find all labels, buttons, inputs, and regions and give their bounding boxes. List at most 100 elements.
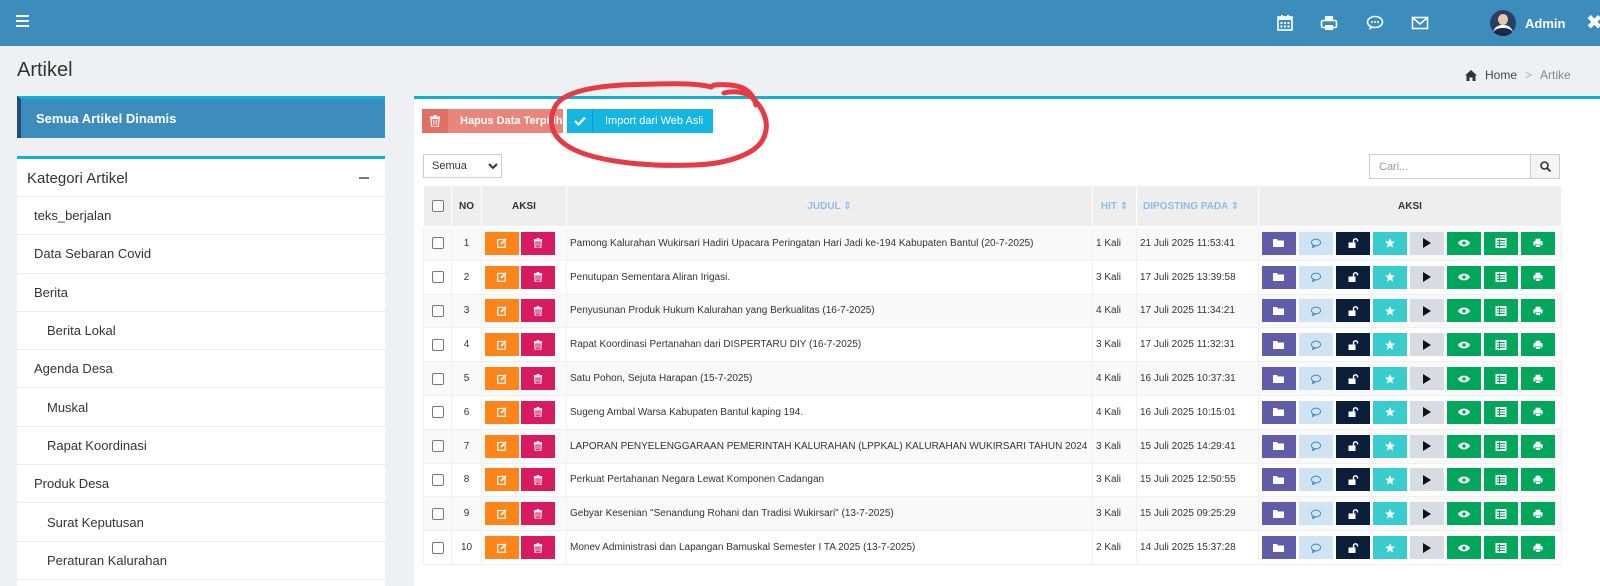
category-button[interactable]	[1262, 400, 1296, 424]
lock-button[interactable]	[1336, 536, 1370, 560]
print-button[interactable]	[1521, 367, 1555, 391]
slider-button[interactable]	[1410, 265, 1444, 289]
header-hit[interactable]: HIT ⇕	[1092, 185, 1137, 227]
lock-button[interactable]	[1336, 502, 1370, 526]
feature-button[interactable]	[1373, 333, 1407, 357]
category-item[interactable]: Surat Keputusan	[17, 503, 385, 542]
print-button[interactable]	[1521, 536, 1555, 560]
breadcrumb-home[interactable]: Home	[1485, 68, 1517, 82]
category-item[interactable]: teks_berjalan	[17, 197, 385, 236]
detail-button[interactable]	[1484, 367, 1518, 391]
category-button[interactable]	[1262, 536, 1296, 560]
lock-button[interactable]	[1336, 333, 1370, 357]
row-checkbox[interactable]	[431, 271, 444, 284]
mail-icon[interactable]	[1411, 14, 1429, 32]
edit-button[interactable]	[485, 468, 519, 492]
delete-button[interactable]	[521, 468, 555, 492]
print-icon[interactable]	[1320, 14, 1338, 32]
category-button[interactable]	[1262, 299, 1296, 323]
import-web-button[interactable]: Import dari Web Asli	[567, 109, 713, 133]
view-button[interactable]	[1447, 536, 1481, 560]
feature-button[interactable]	[1373, 400, 1407, 424]
delete-button[interactable]	[521, 231, 555, 255]
view-button[interactable]	[1447, 400, 1481, 424]
comment-button[interactable]	[1299, 333, 1333, 357]
collapse-icon[interactable]	[359, 177, 369, 179]
row-checkbox[interactable]	[431, 237, 444, 250]
row-checkbox[interactable]	[431, 406, 444, 419]
category-button[interactable]	[1262, 265, 1296, 289]
print-button[interactable]	[1521, 299, 1555, 323]
category-button[interactable]	[1262, 502, 1296, 526]
print-button[interactable]	[1521, 400, 1555, 424]
lock-button[interactable]	[1336, 299, 1370, 323]
row-checkbox[interactable]	[431, 541, 444, 554]
close-icon[interactable]: ✖	[1586, 13, 1600, 33]
comment-button[interactable]	[1299, 536, 1333, 560]
delete-button[interactable]	[521, 265, 555, 289]
search-input[interactable]	[1369, 154, 1531, 179]
category-button[interactable]	[1262, 468, 1296, 492]
feature-button[interactable]	[1373, 265, 1407, 289]
feature-button[interactable]	[1373, 502, 1407, 526]
calendar-icon[interactable]	[1276, 14, 1294, 32]
lock-button[interactable]	[1336, 265, 1370, 289]
edit-button[interactable]	[485, 536, 519, 560]
edit-button[interactable]	[485, 333, 519, 357]
slider-button[interactable]	[1410, 468, 1444, 492]
detail-button[interactable]	[1484, 265, 1518, 289]
view-button[interactable]	[1447, 333, 1481, 357]
lock-button[interactable]	[1336, 434, 1370, 458]
comment-button[interactable]	[1299, 299, 1333, 323]
view-button[interactable]	[1447, 468, 1481, 492]
category-item[interactable]: Rapat Koordinasi	[17, 427, 385, 466]
detail-button[interactable]	[1484, 468, 1518, 492]
category-item[interactable]: Data Sebaran Covid	[17, 235, 385, 274]
print-button[interactable]	[1521, 502, 1555, 526]
lock-button[interactable]	[1336, 400, 1370, 424]
comment-button[interactable]	[1299, 502, 1333, 526]
category-button[interactable]	[1262, 434, 1296, 458]
slider-button[interactable]	[1410, 536, 1444, 560]
feature-button[interactable]	[1373, 299, 1407, 323]
edit-button[interactable]	[485, 299, 519, 323]
category-button[interactable]	[1262, 367, 1296, 391]
category-button[interactable]	[1262, 231, 1296, 255]
edit-button[interactable]	[485, 367, 519, 391]
slider-button[interactable]	[1410, 367, 1444, 391]
chat-icon[interactable]	[1366, 14, 1384, 32]
detail-button[interactable]	[1484, 536, 1518, 560]
search-button[interactable]	[1530, 154, 1560, 179]
select-all-checkbox[interactable]	[431, 200, 444, 212]
edit-button[interactable]	[485, 400, 519, 424]
feature-button[interactable]	[1373, 536, 1407, 560]
user-menu[interactable]: Admin	[1490, 8, 1565, 38]
row-checkbox[interactable]	[431, 372, 444, 385]
print-button[interactable]	[1521, 434, 1555, 458]
delete-button[interactable]	[521, 536, 555, 560]
detail-button[interactable]	[1484, 400, 1518, 424]
header-diposting[interactable]: DIPOSTING PADA ⇕	[1136, 185, 1259, 227]
category-item[interactable]: Agenda Desa	[17, 350, 385, 389]
delete-button[interactable]	[521, 400, 555, 424]
edit-button[interactable]	[485, 434, 519, 458]
header-judul[interactable]: JUDUL ⇕	[566, 185, 1093, 227]
comment-button[interactable]	[1299, 265, 1333, 289]
delete-button[interactable]	[521, 502, 555, 526]
slider-button[interactable]	[1410, 434, 1444, 458]
view-button[interactable]	[1447, 231, 1481, 255]
comment-button[interactable]	[1299, 367, 1333, 391]
slider-button[interactable]	[1410, 400, 1444, 424]
comment-button[interactable]	[1299, 468, 1333, 492]
edit-button[interactable]	[485, 502, 519, 526]
menu-icon[interactable]	[16, 14, 30, 28]
detail-button[interactable]	[1484, 434, 1518, 458]
comment-button[interactable]	[1299, 400, 1333, 424]
feature-button[interactable]	[1373, 434, 1407, 458]
print-button[interactable]	[1521, 468, 1555, 492]
slider-button[interactable]	[1410, 502, 1444, 526]
row-checkbox[interactable]	[431, 440, 444, 453]
detail-button[interactable]	[1484, 299, 1518, 323]
filter-select[interactable]: Semua	[423, 154, 502, 178]
detail-button[interactable]	[1484, 502, 1518, 526]
